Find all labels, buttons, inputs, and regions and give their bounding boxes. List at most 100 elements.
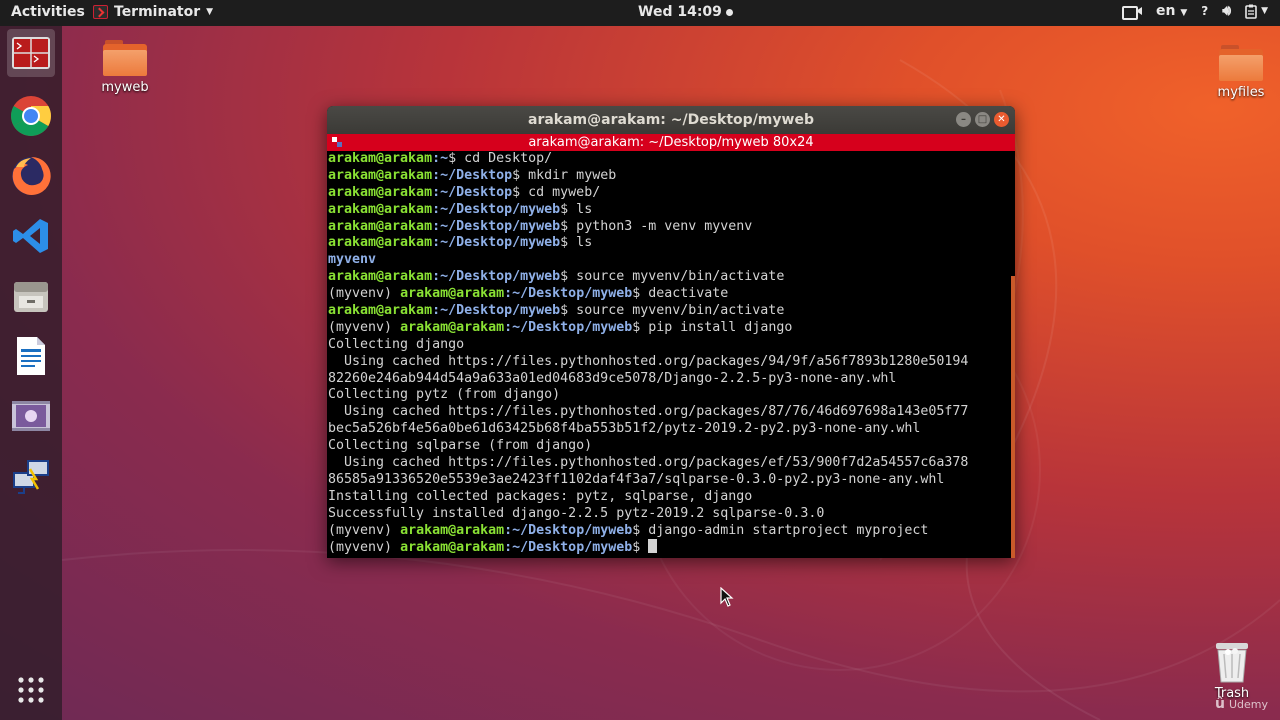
dock-item-writer[interactable] xyxy=(7,332,55,380)
prompt-path: :~/Desktop/myweb xyxy=(504,286,633,302)
dock-item-terminator[interactable] xyxy=(7,29,55,77)
dock-item-chrome[interactable] xyxy=(7,92,55,140)
maximize-button[interactable]: □ xyxy=(975,112,990,127)
prompt-user: arakam@arakam xyxy=(400,522,505,538)
desktop-icon-myfiles[interactable]: myfiles xyxy=(1201,45,1280,100)
prompt-user: arakam@arakam xyxy=(400,319,505,335)
show-apps-button[interactable] xyxy=(7,666,55,714)
terminal-line: (myvenv) arakam@arakam:~/Desktop/myweb$ xyxy=(328,539,1010,556)
terminal-output-text: 82260e246ab944d54a9a633a01ed04683d9ce507… xyxy=(328,370,897,386)
terminal-output-text: bec5a526bf4e56a0be61d63425b68f4ba553b51f… xyxy=(328,421,921,437)
terminal-line: arakam@arakam:~/Desktop/myweb$ source my… xyxy=(328,303,1010,320)
camera-icon[interactable] xyxy=(1122,4,1143,20)
terminal-line: arakam@arakam:~/Desktop/myweb$ source my… xyxy=(328,269,1010,286)
network-icon xyxy=(13,460,49,494)
show-apps-icon xyxy=(18,677,44,703)
terminal-line: myvenv xyxy=(328,252,1010,269)
terminal-command: $ mkdir myweb xyxy=(512,167,617,183)
terminal-command: $ deactivate xyxy=(632,286,729,302)
watermark-label: Udemy xyxy=(1228,697,1268,711)
prompt-user: arakam@arakam xyxy=(328,218,433,234)
terminal-output-text: Installing collected packages: pytz, sql… xyxy=(328,488,753,504)
notification-dot-icon xyxy=(725,8,733,16)
window-titlebar[interactable]: arakam@arakam: ~/Desktop/myweb – □ ✕ xyxy=(327,106,1015,134)
minimize-button[interactable]: – xyxy=(956,112,971,127)
terminal-line: (myvenv) arakam@arakam:~/Desktop/myweb$ … xyxy=(328,523,1010,540)
watermark: û Udemy xyxy=(1215,696,1268,712)
volume-icon[interactable]: 🔊︎ xyxy=(1222,3,1231,19)
terminal-dir-entry: myvenv xyxy=(328,252,377,268)
chevron-down-icon: ▼ xyxy=(206,7,214,17)
terminal-output[interactable]: arakam@arakam:~$ cd Desktop/arakam@araka… xyxy=(328,151,1010,558)
dock-item-firefox[interactable] xyxy=(7,152,55,200)
prompt-user: arakam@arakam xyxy=(400,540,505,556)
clock-label: Wed 14:09 xyxy=(638,4,722,20)
prompt-path: :~/Desktop/myweb xyxy=(432,235,561,251)
terminal-command: $ source myvenv/bin/activate xyxy=(560,269,785,285)
desktop-icon-trash[interactable]: Trash xyxy=(1192,640,1272,701)
terminal-command: $ python3 -m venv myvenv xyxy=(560,218,753,234)
mouse-pointer-icon xyxy=(720,587,734,607)
window-edge xyxy=(1011,276,1015,558)
prompt-path: :~/Desktop/myweb xyxy=(432,303,561,319)
app-menu[interactable]: Terminator ▼ xyxy=(93,4,213,20)
activities-button[interactable]: Activities xyxy=(11,4,85,20)
files-icon xyxy=(14,282,48,312)
close-button[interactable]: ✕ xyxy=(994,112,1009,127)
terminal-line: (myvenv) arakam@arakam:~/Desktop/myweb$ … xyxy=(328,320,1010,337)
venv-prefix: (myvenv) xyxy=(328,522,401,538)
terminal-command: $ cd Desktop/ xyxy=(448,151,553,166)
terminal-line: arakam@arakam:~/Desktop/myweb$ ls xyxy=(328,235,1010,252)
terminal-line: arakam@arakam:~/Desktop/myweb$ python3 -… xyxy=(328,219,1010,236)
battery-menu[interactable]: ▼ xyxy=(1245,4,1268,19)
vscode-icon xyxy=(13,219,48,253)
prompt-user: arakam@arakam xyxy=(328,303,433,319)
terminal-line: 82260e246ab944d54a9a633a01ed04683d9ce507… xyxy=(328,371,1010,388)
udemy-logo-icon: û xyxy=(1215,696,1225,712)
prompt-user: arakam@arakam xyxy=(328,167,433,183)
terminal-line: Installing collected packages: pytz, sql… xyxy=(328,489,1010,506)
terminal-output-text: Successfully installed django-2.2.5 pytz… xyxy=(328,505,825,521)
terminal-command: $ pip install django xyxy=(632,319,793,335)
clock[interactable]: Wed 14:09 xyxy=(638,4,733,20)
chevron-down-icon: ▼ xyxy=(1180,8,1188,18)
terminal-output-text: 86585a91336520e5539e3ae2423ff1102daf4f3a… xyxy=(328,471,945,487)
terminal-output-text: Using cached https://files.pythonhosted.… xyxy=(328,353,969,369)
prompt-path: :~/Desktop/myweb xyxy=(432,201,561,217)
prompt-user: arakam@arakam xyxy=(328,151,433,166)
terminal-group-icon[interactable] xyxy=(332,137,342,147)
writer-icon xyxy=(17,337,45,375)
prompt-user: arakam@arakam xyxy=(328,269,433,285)
help-icon[interactable]: ? xyxy=(1201,4,1208,18)
terminal-command: $ ls xyxy=(560,235,593,251)
dock-item-vscode[interactable] xyxy=(7,212,55,260)
language-selector[interactable]: en ▼ xyxy=(1156,3,1187,19)
terminal-command: $ django-admin startproject myproject xyxy=(632,522,929,538)
terminal-line: 86585a91336520e5539e3ae2423ff1102daf4f3a… xyxy=(328,472,1010,489)
terminal-line: Using cached https://files.pythonhosted.… xyxy=(328,404,1010,421)
terminal-line: arakam@arakam:~/Desktop/myweb$ ls xyxy=(328,202,1010,219)
terminal-tab-title: arakam@arakam: ~/Desktop/myweb 80x24 xyxy=(528,135,814,150)
clipboard-icon xyxy=(1245,4,1257,19)
terminal-line: arakam@arakam:~/Desktop$ mkdir myweb xyxy=(328,168,1010,185)
terminal-line: Collecting sqlparse (from django) xyxy=(328,438,1010,455)
dock-item-files[interactable] xyxy=(7,272,55,320)
terminal-output-text: Using cached https://files.pythonhosted.… xyxy=(328,404,969,420)
venv-prefix: (myvenv) xyxy=(328,319,401,335)
terminal-line: Successfully installed django-2.2.5 pytz… xyxy=(328,506,1010,523)
prompt-path: :~/Desktop xyxy=(432,167,513,183)
venv-prefix: (myvenv) xyxy=(328,286,401,302)
dock xyxy=(0,26,62,720)
window-controls: – □ ✕ xyxy=(956,112,1009,127)
dock-item-network[interactable] xyxy=(7,452,55,500)
text-cursor xyxy=(648,539,658,554)
trash-icon xyxy=(1216,643,1248,683)
desktop-icon-myweb[interactable]: myweb xyxy=(85,40,165,95)
dock-item-video[interactable] xyxy=(7,392,55,440)
terminal-window[interactable]: arakam@arakam: ~/Desktop/myweb – □ ✕ ara… xyxy=(327,106,1015,558)
chrome-icon xyxy=(11,96,51,136)
prompt-path: :~ xyxy=(432,151,449,166)
terminal-line: Collecting pytz (from django) xyxy=(328,387,1010,404)
terminal-command: $ ls xyxy=(560,201,593,217)
terminal-titlebar[interactable]: arakam@arakam: ~/Desktop/myweb 80x24 xyxy=(327,134,1015,151)
